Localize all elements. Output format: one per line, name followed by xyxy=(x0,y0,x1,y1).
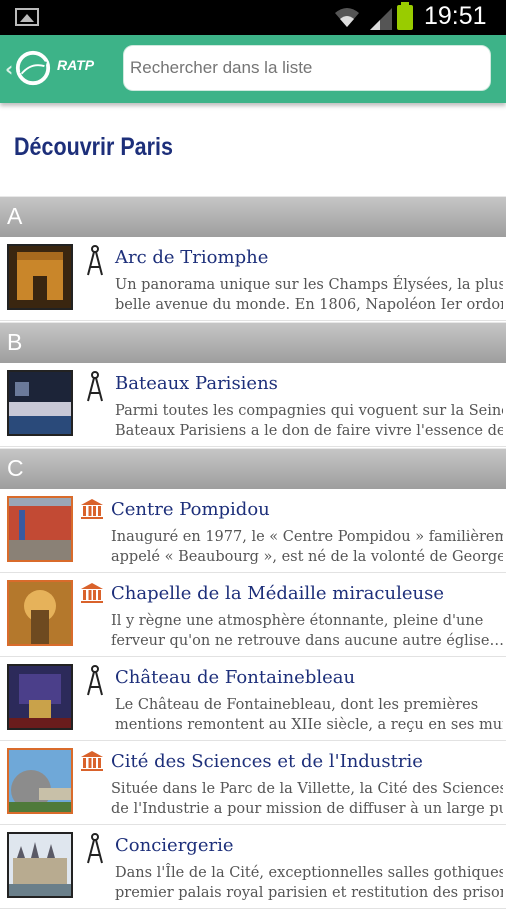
list-item[interactable]: Bateaux Parisiens Parmi toutes les compa… xyxy=(0,363,506,447)
item-description: Il y règne une atmosphère étonnante, ple… xyxy=(111,613,503,649)
list-item[interactable]: Centre Pompidou Inauguré en 1977, le « C… xyxy=(0,489,506,573)
thumbnail xyxy=(7,580,73,646)
list-item[interactable]: Conciergerie Dans l'Île de la Cité, exce… xyxy=(0,825,506,909)
page-title: Découvrir Paris xyxy=(14,133,173,161)
back-chevron-icon[interactable]: ‹ xyxy=(5,57,13,81)
action-bar: ‹ RATP xyxy=(0,35,506,103)
item-description: Un panorama unique sur les Champs Élysée… xyxy=(115,277,503,313)
section-letter: A xyxy=(7,203,23,229)
section-header-b: B xyxy=(0,322,506,363)
search-input[interactable] xyxy=(123,45,491,91)
wifi-icon xyxy=(335,8,359,27)
thumbnail xyxy=(7,370,73,436)
item-title: Bateaux Parisiens xyxy=(115,373,278,394)
museum-icon xyxy=(81,751,103,771)
item-title: Conciergerie xyxy=(115,835,234,856)
item-title: Château de Fontainebleau xyxy=(115,667,356,688)
section-header-c: C xyxy=(0,448,506,489)
item-description: Inauguré en 1977, le « Centre Pompidou »… xyxy=(111,529,503,565)
thumbnail xyxy=(7,496,73,562)
battery-icon xyxy=(397,2,413,30)
thumbnail xyxy=(7,244,73,310)
item-description: Située dans le Parc de la Villette, la C… xyxy=(111,781,503,817)
brand-label: RATP xyxy=(57,57,95,73)
section-header-a: A xyxy=(0,196,506,237)
signal-icon xyxy=(370,8,392,30)
museum-icon xyxy=(81,583,103,603)
status-bar: 19:51 xyxy=(0,0,506,35)
item-title: Cité des Sciences et de l'Industrie xyxy=(111,751,423,772)
item-description: Parmi toutes les compagnies qui voguent … xyxy=(115,403,503,439)
item-description: Dans l'Île de la Cité, exceptionnelles s… xyxy=(115,865,503,901)
museum-icon xyxy=(81,499,103,519)
ratp-logo-icon[interactable] xyxy=(14,49,52,87)
list-item[interactable]: Cité des Sciences et de l'Industrie Situ… xyxy=(0,741,506,825)
status-clock: 19:51 xyxy=(424,2,487,30)
thumbnail xyxy=(7,664,73,730)
thumbnail xyxy=(7,748,73,814)
list-item[interactable]: Chapelle de la Médaille miraculeuse Il y… xyxy=(0,573,506,657)
image-icon xyxy=(15,8,39,26)
item-description: Le Château de Fontainebleau, dont les pr… xyxy=(115,697,503,733)
item-title: Centre Pompidou xyxy=(111,499,270,520)
compass-icon xyxy=(87,665,103,696)
compass-icon xyxy=(87,833,103,864)
compass-icon xyxy=(87,245,103,276)
list-item[interactable]: Arc de Triomphe Un panorama unique sur l… xyxy=(0,237,506,321)
thumbnail xyxy=(7,832,73,898)
item-title: Arc de Triomphe xyxy=(115,247,269,268)
section-letter: C xyxy=(7,455,24,481)
list-item[interactable]: Château de Fontainebleau Le Château de F… xyxy=(0,657,506,741)
item-title: Chapelle de la Médaille miraculeuse xyxy=(111,583,444,604)
compass-icon xyxy=(87,371,103,402)
section-letter: B xyxy=(7,329,23,355)
